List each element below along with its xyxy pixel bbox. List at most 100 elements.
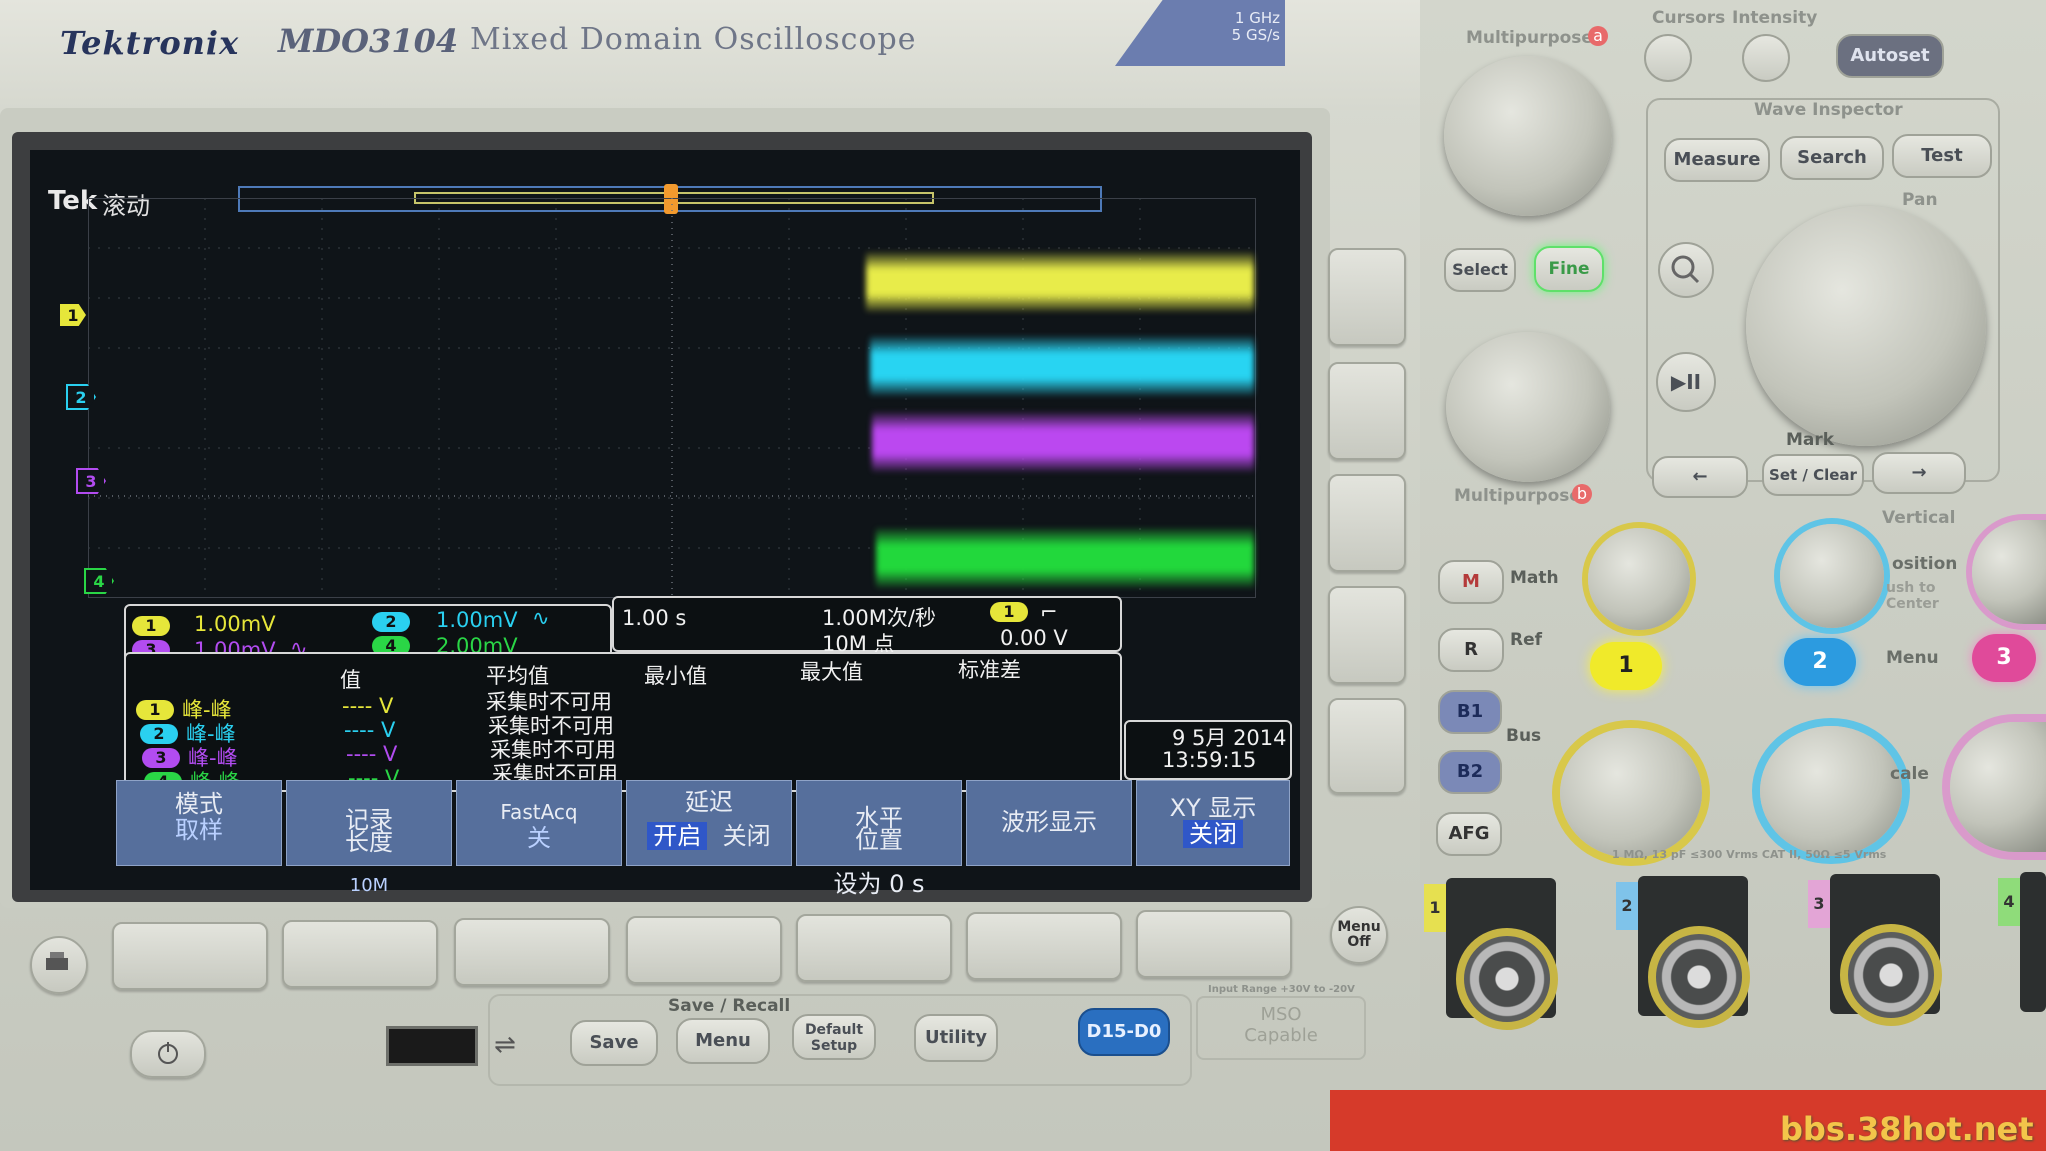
trigger-slope: ⌐ xyxy=(1040,600,1058,624)
ch2-coupling-symbol: ∿ xyxy=(532,606,550,630)
play-pause-button[interactable]: ▶II xyxy=(1656,352,1716,412)
power-button[interactable] xyxy=(130,1030,206,1078)
softkey-mode-value: 取样 xyxy=(175,816,223,844)
bottom-bezel-button-7[interactable] xyxy=(1136,910,1292,978)
spec-text: 1 GHz 5 GS/s xyxy=(1200,10,1280,44)
menu-off-button[interactable]: Menu Off xyxy=(1330,906,1388,964)
print-button[interactable] xyxy=(30,936,88,994)
side-bezel-button-3[interactable] xyxy=(1328,474,1406,572)
mark-label: Mark xyxy=(1786,430,1835,450)
mark-next-button[interactable]: → xyxy=(1872,452,1966,494)
bnc-1-label: 1 xyxy=(1424,884,1446,932)
math-button[interactable]: M xyxy=(1438,560,1504,604)
zoom-button[interactable] xyxy=(1658,242,1714,298)
multipurpose-b-badge: b xyxy=(1572,484,1592,504)
softkey-delay[interactable]: 延迟 开启 关闭 xyxy=(626,780,792,866)
digital-channels-button[interactable]: D15-D0 xyxy=(1078,1008,1170,1056)
search-button[interactable]: Search xyxy=(1780,136,1884,180)
softkey-delay-off: 关闭 xyxy=(722,822,771,850)
multipurpose-b-label: Multipurpose xyxy=(1454,486,1581,506)
test-button[interactable]: Test xyxy=(1892,134,1992,178)
softkey-fastacq-value: 关 xyxy=(527,824,551,852)
ch1-menu-button[interactable]: 1 xyxy=(1590,642,1662,690)
utility-button[interactable]: Utility xyxy=(914,1014,998,1062)
softkey-mode[interactable]: 模式 取样 xyxy=(116,780,282,866)
side-bezel-button-5[interactable] xyxy=(1328,698,1406,794)
multipurpose-b-knob[interactable] xyxy=(1446,332,1610,482)
time-per-div: 1.00 s xyxy=(622,606,687,630)
cursors-button[interactable] xyxy=(1644,34,1692,82)
waveform-ch4 xyxy=(876,528,1254,588)
bus-b1-button[interactable]: B1 xyxy=(1438,690,1502,734)
row1-ch-badge: 1 xyxy=(136,700,174,720)
waveform-ch1 xyxy=(866,252,1254,312)
softkey-hpos-label: 水平 位置 xyxy=(855,804,903,854)
trigger-source-badge: 1 xyxy=(990,602,1028,622)
bnc-input-3[interactable]: 3 xyxy=(1808,874,1942,1026)
bottom-bezel-button-2[interactable] xyxy=(282,920,438,988)
watermark: bbs.38hot.net xyxy=(1780,1110,2034,1148)
softkey-fastacq[interactable]: FastAcq 关 xyxy=(456,780,622,866)
power-icon xyxy=(158,1042,178,1064)
row3-ch-badge: 3 xyxy=(142,748,180,768)
ref-button[interactable]: R xyxy=(1438,628,1504,672)
bus-label: Bus xyxy=(1506,726,1542,746)
play-pause-icon: ▶II xyxy=(1670,370,1702,394)
brand-logo: Tektronix xyxy=(60,24,240,62)
softkey-record-length[interactable]: 记录 长度 10M xyxy=(286,780,452,896)
ch3-menu-button[interactable]: 3 xyxy=(1972,634,2036,682)
ch1-scale-knob[interactable] xyxy=(1560,728,1702,858)
set-clear-button[interactable]: Set / Clear xyxy=(1762,454,1864,496)
bottom-bezel-button-1[interactable] xyxy=(112,922,268,990)
measure-button[interactable]: Measure xyxy=(1664,138,1770,182)
autoset-button[interactable]: Autoset xyxy=(1836,34,1944,78)
ch1-position-knob[interactable] xyxy=(1588,528,1690,630)
intensity-label: Intensity xyxy=(1732,8,1818,28)
bnc-input-1[interactable]: 1 xyxy=(1424,878,1558,1030)
bnc-input-4[interactable]: 4 xyxy=(1998,872,2046,1012)
ch2-menu-button[interactable]: 2 xyxy=(1784,638,1856,686)
bnc-input-2[interactable]: 2 xyxy=(1616,876,1750,1028)
softkey-delay-on: 开启 xyxy=(647,822,708,850)
ch2-scale-knob[interactable] xyxy=(1760,726,1902,856)
multipurpose-a-badge: a xyxy=(1588,26,1608,46)
afg-button[interactable]: AFG xyxy=(1436,812,1502,856)
fine-button[interactable]: Fine xyxy=(1534,246,1604,292)
usb-port[interactable] xyxy=(386,1026,478,1066)
pan-zoom-knob[interactable] xyxy=(1746,206,1986,446)
waveform-ch3 xyxy=(872,412,1254,472)
ch1-scale: 1.00mV xyxy=(194,612,276,636)
default-setup-button[interactable]: Default Setup xyxy=(792,1014,876,1060)
intensity-button[interactable] xyxy=(1742,34,1790,82)
bnc-2-label: 2 xyxy=(1616,882,1638,930)
time: 13:59:15 xyxy=(1162,748,1257,772)
bus-b2-button[interactable]: B2 xyxy=(1438,750,1502,794)
bnc-3-label: 3 xyxy=(1808,880,1830,928)
measure-header-stddev: 标准差 xyxy=(958,658,1021,682)
side-bezel-button-2[interactable] xyxy=(1328,362,1406,460)
select-button[interactable]: Select xyxy=(1444,248,1516,292)
side-bezel-button-4[interactable] xyxy=(1328,586,1406,684)
bottom-bezel-button-5[interactable] xyxy=(796,914,952,982)
save-recall-menu-button[interactable]: Menu xyxy=(676,1018,770,1064)
multipurpose-a-knob[interactable] xyxy=(1444,56,1612,216)
bottom-bezel-button-3[interactable] xyxy=(454,918,610,986)
ch2-badge: 2 xyxy=(372,612,410,632)
bottom-bezel-button-4[interactable] xyxy=(626,916,782,984)
mark-previous-button[interactable]: ← xyxy=(1652,456,1748,498)
softkey-horizontal-position[interactable]: 水平 位置 设为 0 s xyxy=(796,780,962,896)
save-button[interactable]: Save xyxy=(570,1020,658,1066)
bnc-connector xyxy=(1840,924,1942,1026)
bnc-4-label: 4 xyxy=(1998,878,2020,926)
softkey-xy-display[interactable]: XY 显示 关闭 xyxy=(1136,780,1290,866)
side-bezel-button-1[interactable] xyxy=(1328,248,1406,346)
ch1-badge: 1 xyxy=(132,616,170,636)
softkey-waveform-display[interactable]: 波形显示 xyxy=(966,780,1132,866)
bottom-bezel-button-6[interactable] xyxy=(966,912,1122,980)
arrow-left-icon: ← xyxy=(1692,466,1708,487)
model-number: MDO3104 xyxy=(278,22,459,60)
pan-label: Pan xyxy=(1902,190,1938,210)
ch2-position-knob[interactable] xyxy=(1780,524,1884,628)
softkey-waveform-display-label: 波形显示 xyxy=(1001,808,1097,836)
row2-value: ---- V xyxy=(344,718,396,742)
